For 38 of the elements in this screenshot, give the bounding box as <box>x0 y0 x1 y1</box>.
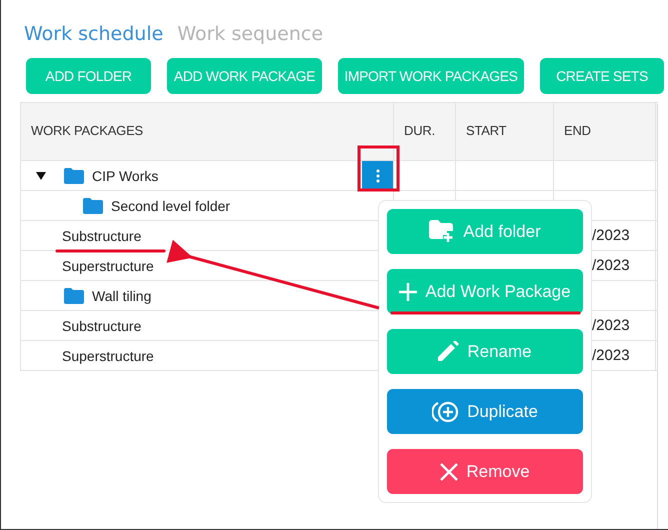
column-header: WORK PACKAGES <box>21 103 394 160</box>
tab[interactable]: Work sequence <box>177 18 324 50</box>
menu-item[interactable]: Rename <box>387 329 583 374</box>
row-name: Wall tiling <box>92 288 152 304</box>
row-name: Substructure <box>62 228 142 244</box>
menu-item[interactable]: Add folder <box>387 209 583 254</box>
toolbar-button[interactable]: IMPORT WORK PACKAGES <box>338 58 524 94</box>
row-name: Substructure <box>62 318 142 334</box>
row-name: Second level folder <box>111 198 230 214</box>
menu-item[interactable]: Remove <box>387 449 583 494</box>
more-icon <box>376 168 380 182</box>
highlight-frame <box>358 146 400 192</box>
toolbar-button[interactable]: ADD WORK PACKAGE <box>167 58 322 94</box>
toolbar-button[interactable]: CREATE SETS <box>540 58 664 94</box>
folder-icon <box>83 198 103 214</box>
folder-icon <box>64 168 84 184</box>
tab[interactable]: Work schedule <box>24 18 164 50</box>
menu-item[interactable]: Duplicate <box>387 389 583 434</box>
row-name: Superstructure <box>62 348 154 364</box>
table-cell: /2023 <box>592 257 630 274</box>
collapse-caret-icon[interactable] <box>35 171 47 181</box>
pencil-icon <box>438 341 460 362</box>
row-name: Superstructure <box>62 258 154 274</box>
row-name: CIP Works <box>92 168 158 184</box>
menu-item[interactable]: Add Work Package <box>387 269 583 314</box>
column-header: END <box>554 103 656 160</box>
table-cell: /2023 <box>592 317 630 334</box>
more-options-button[interactable] <box>362 161 393 190</box>
folder-icon <box>64 288 84 304</box>
close-icon <box>440 462 458 480</box>
folder-plus-icon <box>429 220 456 243</box>
toolbar-button[interactable]: ADD FOLDER <box>26 58 151 94</box>
column-header: DUR. <box>394 103 456 160</box>
circled-plus-icon <box>432 400 460 422</box>
plus-icon <box>399 282 418 300</box>
table-cell: /2023 <box>592 347 630 364</box>
column-header: START <box>456 103 554 160</box>
table-cell: /2023 <box>592 227 630 244</box>
